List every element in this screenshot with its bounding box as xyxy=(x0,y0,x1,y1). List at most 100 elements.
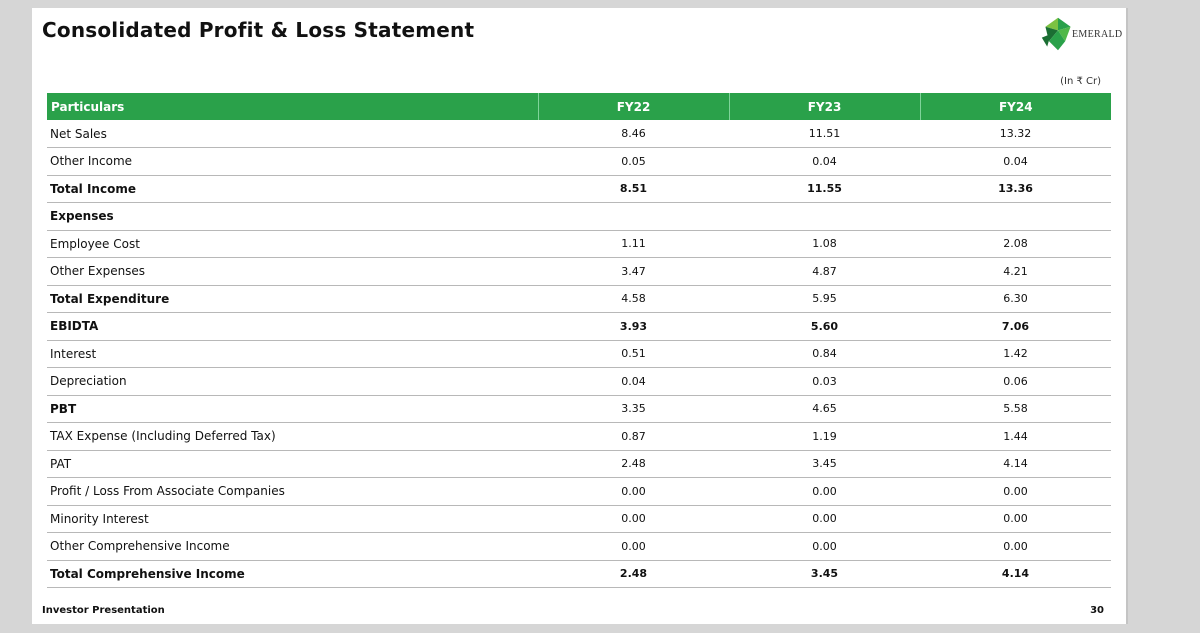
table-row: Other Income 0.05 0.04 0.04 xyxy=(47,147,1111,176)
row-value: 0.84 xyxy=(729,340,920,368)
row-value: 0.87 xyxy=(538,422,729,451)
row-label: PAT xyxy=(47,450,538,478)
row-value: 0.05 xyxy=(538,147,729,176)
page-title: Consolidated Profit & Loss Statement xyxy=(42,18,475,42)
page-number: 30 xyxy=(1090,605,1104,616)
row-value: 1.19 xyxy=(729,422,920,451)
row-value: 5.58 xyxy=(920,395,1111,423)
row-value: 4.58 xyxy=(538,285,729,313)
row-value: 0.03 xyxy=(729,367,920,396)
table-row: Total Expenditure 4.58 5.95 6.30 xyxy=(47,285,1111,313)
row-label: Depreciation xyxy=(47,367,538,396)
row-value: 2.48 xyxy=(538,560,729,588)
row-value: 4.14 xyxy=(920,450,1111,478)
row-value: 0.00 xyxy=(729,477,920,506)
row-value: 0.04 xyxy=(729,147,920,176)
row-value: 0.00 xyxy=(920,477,1111,506)
table-row: EBIDTA 3.93 5.60 7.06 xyxy=(47,312,1111,341)
row-value: 1.42 xyxy=(920,340,1111,368)
table-header-row: Particulars FY22 FY23 FY24 xyxy=(47,93,1111,120)
company-logo: EMERALD xyxy=(1040,12,1126,56)
table-row: TAX Expense (Including Deferred Tax) 0.87… xyxy=(47,422,1111,451)
row-value: 5.95 xyxy=(729,285,920,313)
row-value xyxy=(729,202,920,231)
table-row: PAT 2.48 3.45 4.14 xyxy=(47,450,1111,478)
row-label: Net Sales xyxy=(47,120,538,148)
row-label: Other Income xyxy=(47,147,538,176)
slide: Consolidated Profit & Loss Statement EME… xyxy=(32,8,1126,624)
logo-text: EMERALD xyxy=(1072,28,1123,40)
row-label: Total Income xyxy=(47,175,538,203)
units-label: (In ₹ Cr) xyxy=(1060,76,1101,87)
row-value: 3.93 xyxy=(538,312,729,341)
row-value: 4.14 xyxy=(920,560,1111,588)
header-fy24: FY24 xyxy=(919,93,1111,120)
row-value: 0.00 xyxy=(729,505,920,533)
table-row: Expenses xyxy=(47,202,1111,231)
row-value: 0.00 xyxy=(538,505,729,533)
row-value: 4.21 xyxy=(920,257,1111,286)
row-value: 8.46 xyxy=(538,120,729,148)
row-label: EBIDTA xyxy=(47,312,538,341)
row-label: Other Expenses xyxy=(47,257,538,286)
row-value: 6.30 xyxy=(920,285,1111,313)
footer-label: Investor Presentation xyxy=(42,605,165,616)
row-label: Expenses xyxy=(47,202,538,231)
row-value: 13.32 xyxy=(920,120,1111,148)
row-value: 13.36 xyxy=(920,175,1111,203)
row-value: 1.44 xyxy=(920,422,1111,451)
row-label: Other Comprehensive Income xyxy=(47,532,538,561)
row-value: 3.47 xyxy=(538,257,729,286)
row-value: 0.06 xyxy=(920,367,1111,396)
row-value: 7.06 xyxy=(920,312,1111,341)
slide-shadow xyxy=(1126,8,1128,624)
table-row: Net Sales 8.46 11.51 13.32 xyxy=(47,120,1111,148)
row-value: 2.08 xyxy=(920,230,1111,258)
row-value: 3.35 xyxy=(538,395,729,423)
row-value: 0.04 xyxy=(538,367,729,396)
row-value: 0.04 xyxy=(920,147,1111,176)
pl-table: Particulars FY22 FY23 FY24 Net Sales 8.46… xyxy=(47,93,1111,588)
row-value: 11.51 xyxy=(729,120,920,148)
table-row: PBT 3.35 4.65 5.58 xyxy=(47,395,1111,423)
row-value: 3.45 xyxy=(729,450,920,478)
row-value: 2.48 xyxy=(538,450,729,478)
table-row: Other Comprehensive Income 0.00 0.00 0.00 xyxy=(47,532,1111,561)
table-row: Employee Cost 1.11 1.08 2.08 xyxy=(47,230,1111,258)
row-value: 8.51 xyxy=(538,175,729,203)
table-row: Total Income 8.51 11.55 13.36 xyxy=(47,175,1111,203)
row-value: 0.00 xyxy=(920,505,1111,533)
header-fy22: FY22 xyxy=(537,93,729,120)
table-row: Minority Interest 0.00 0.00 0.00 xyxy=(47,505,1111,533)
row-label: Employee Cost xyxy=(47,230,538,258)
row-value: 0.00 xyxy=(538,477,729,506)
table-row: Depreciation 0.04 0.03 0.06 xyxy=(47,367,1111,396)
row-value: 0.00 xyxy=(920,532,1111,561)
row-value: 3.45 xyxy=(729,560,920,588)
row-value: 4.87 xyxy=(729,257,920,286)
header-particulars: Particulars xyxy=(51,99,125,114)
emerald-logo-icon xyxy=(1041,17,1071,51)
row-label: Profit / Loss From Associate Companies xyxy=(47,477,538,506)
row-value: 1.11 xyxy=(538,230,729,258)
row-label: Total Comprehensive Income xyxy=(47,560,538,588)
row-value: 0.51 xyxy=(538,340,729,368)
table-row: Total Comprehensive Income 2.48 3.45 4.14 xyxy=(47,560,1111,588)
row-value xyxy=(920,202,1111,231)
row-value: 5.60 xyxy=(729,312,920,341)
table-body: Net Sales 8.46 11.51 13.32 Other Income 0.05 0… xyxy=(47,120,1111,588)
row-value: 4.65 xyxy=(729,395,920,423)
row-value: 0.00 xyxy=(729,532,920,561)
table-row: Other Expenses 3.47 4.87 4.21 xyxy=(47,257,1111,286)
row-value: 11.55 xyxy=(729,175,920,203)
row-label: TAX Expense (Including Deferred Tax) xyxy=(47,422,538,451)
table-row: Profit / Loss From Associate Companies 0.… xyxy=(47,477,1111,506)
row-label: Interest xyxy=(47,340,538,368)
row-value: 1.08 xyxy=(729,230,920,258)
row-value: 0.00 xyxy=(538,532,729,561)
row-label: Total Expenditure xyxy=(47,285,538,313)
row-label: Minority Interest xyxy=(47,505,538,533)
row-label: PBT xyxy=(47,395,538,423)
row-value xyxy=(538,202,729,231)
table-row: Interest 0.51 0.84 1.42 xyxy=(47,340,1111,368)
